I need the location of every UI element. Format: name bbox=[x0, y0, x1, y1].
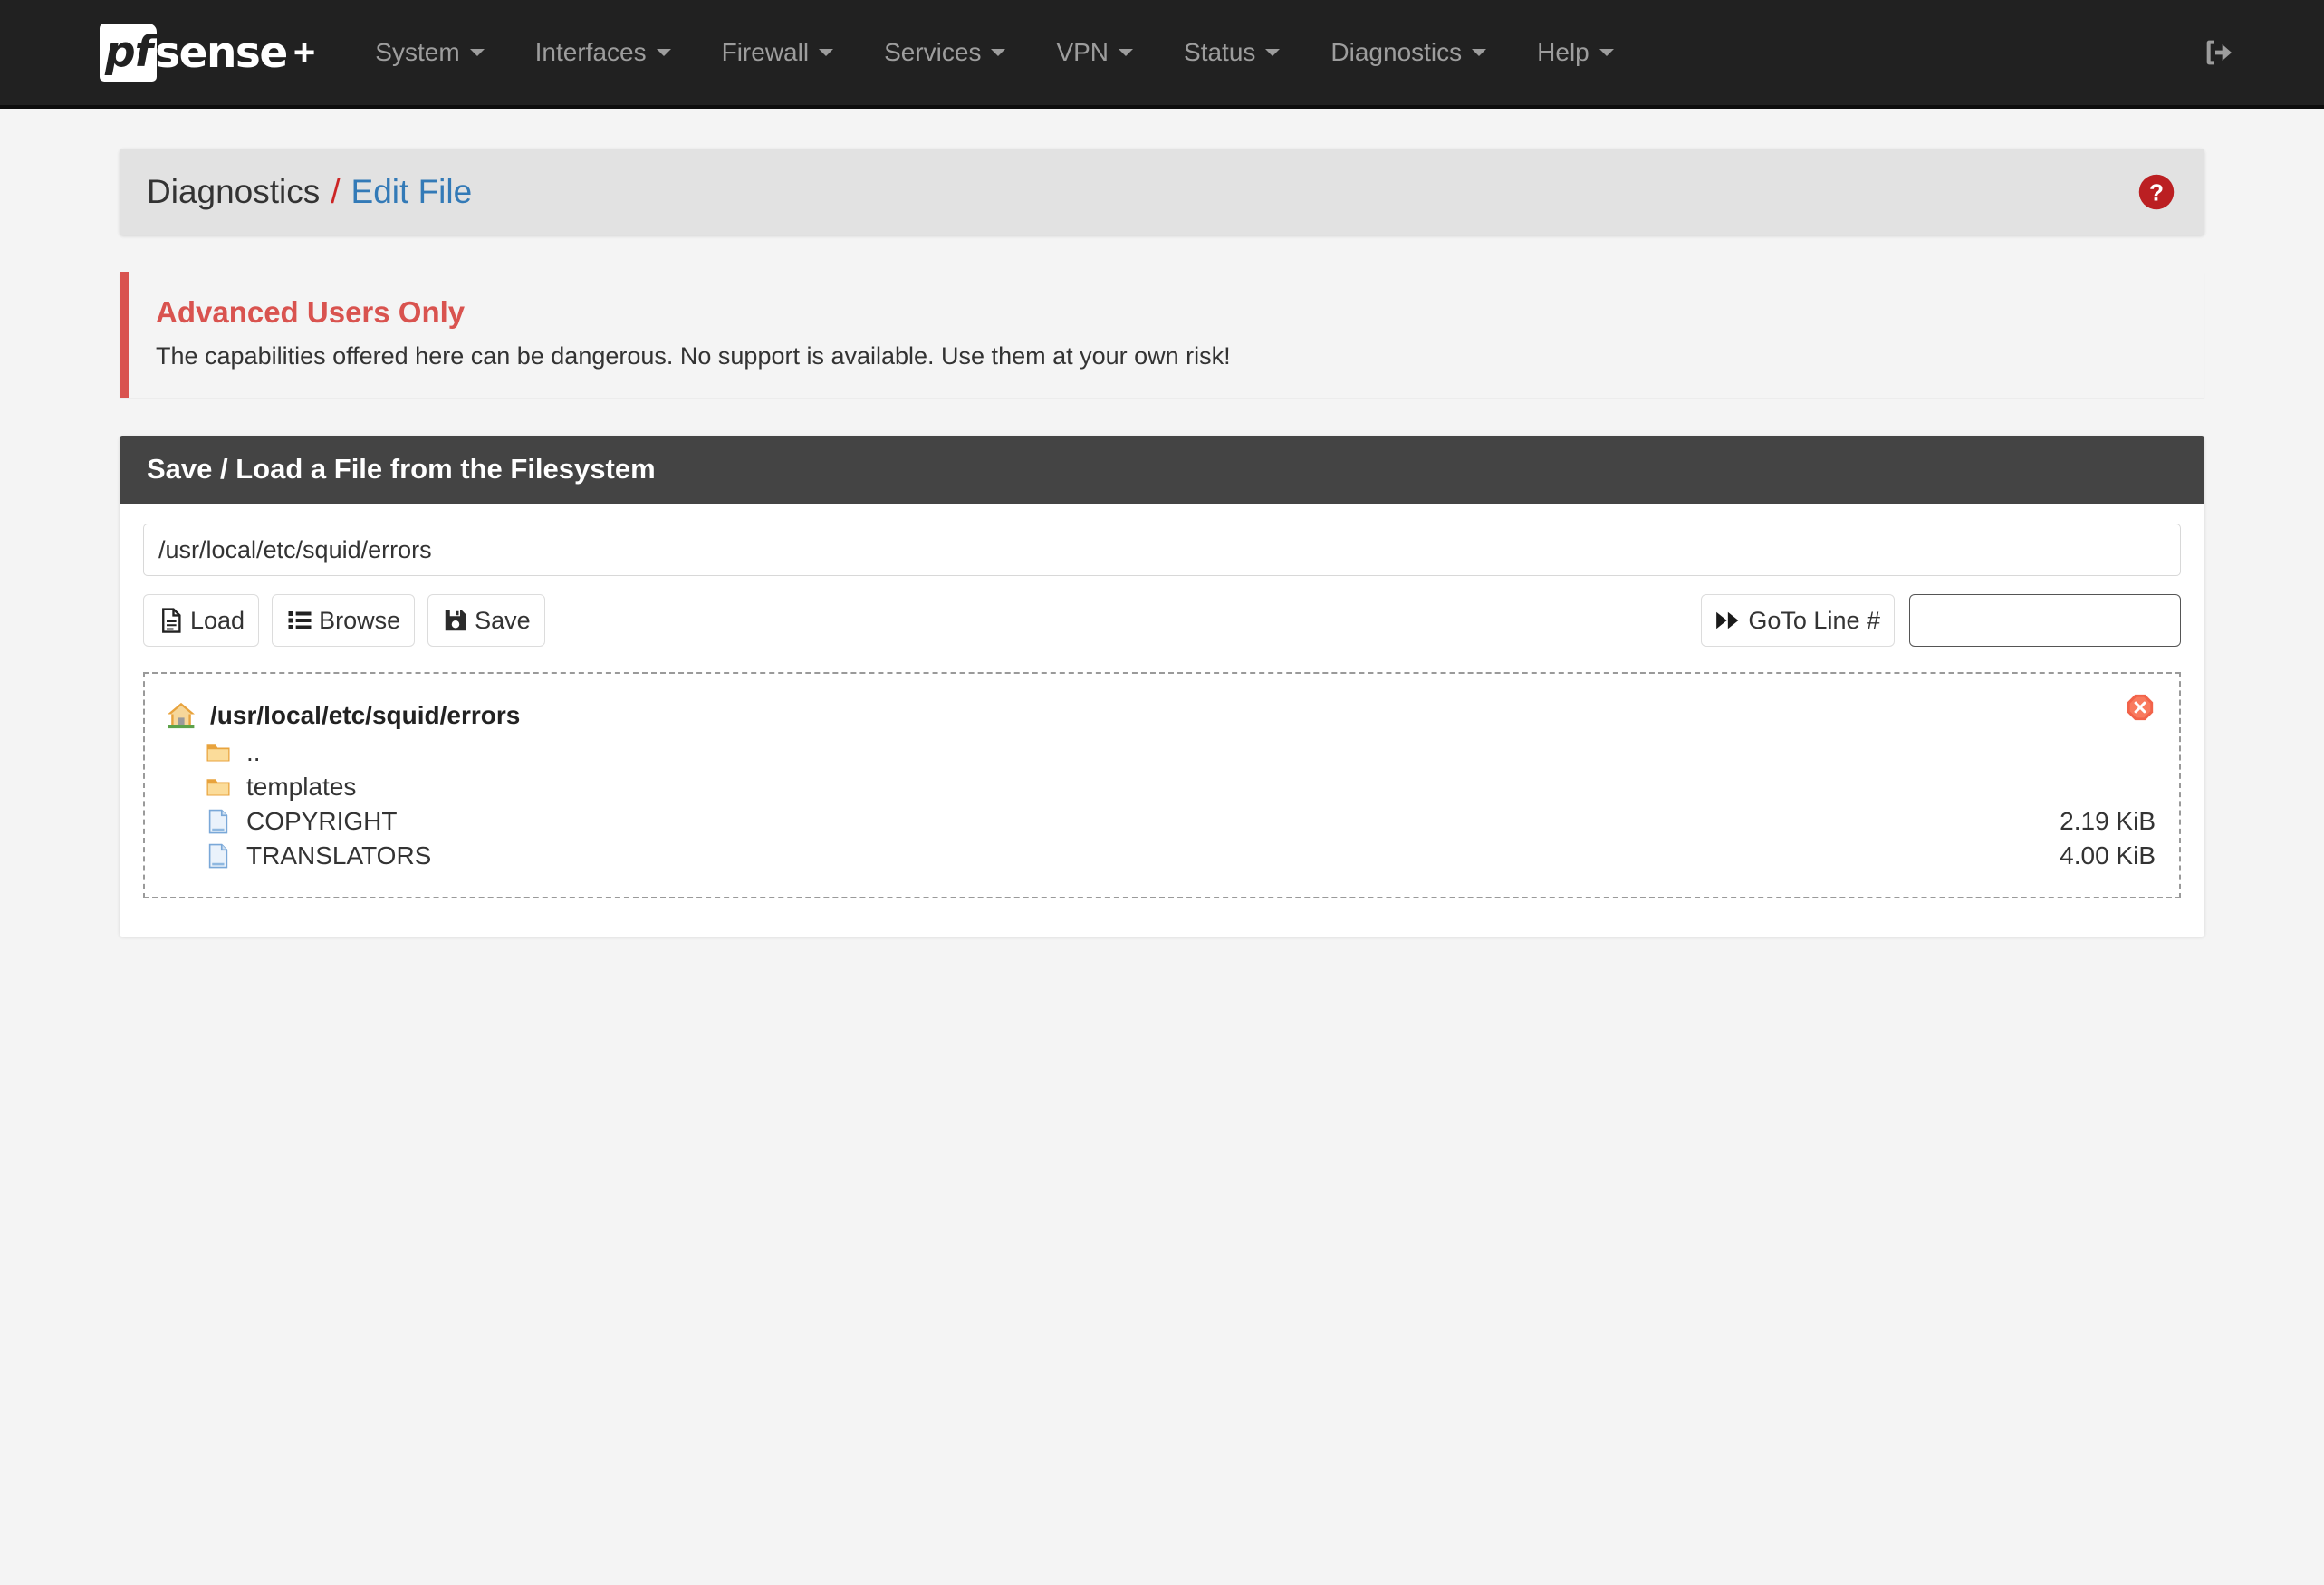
file-browser-entry-templates[interactable]: templates bbox=[205, 770, 2159, 804]
nav-item-help[interactable]: Help bbox=[1512, 0, 1639, 105]
goto-line-button-label: GoTo Line # bbox=[1748, 606, 1880, 634]
file-text-icon bbox=[162, 608, 181, 633]
file-icon bbox=[208, 843, 228, 869]
panel-title: Save / Load a File from the Filesystem bbox=[120, 436, 2204, 504]
save-load-panel: Save / Load a File from the Filesystem L… bbox=[120, 436, 2204, 937]
nav-item-diagnostics[interactable]: Diagnostics bbox=[1305, 0, 1512, 105]
home-icon bbox=[168, 702, 195, 729]
goto-line-group: GoTo Line # bbox=[1701, 594, 2181, 647]
folder-icon bbox=[206, 744, 230, 762]
logo-sense-text: sense bbox=[155, 27, 288, 78]
file-path-input[interactable] bbox=[143, 524, 2181, 576]
fast-forward-icon bbox=[1716, 611, 1739, 629]
load-button[interactable]: Load bbox=[143, 594, 260, 647]
help-button[interactable]: ? bbox=[2137, 173, 2175, 211]
nav-item-label: Status bbox=[1184, 38, 1256, 66]
nav-item-services[interactable]: Services bbox=[859, 0, 1031, 105]
close-browser-button[interactable] bbox=[2125, 692, 2156, 723]
file-entry-size: 4.00 KiB bbox=[2060, 841, 2156, 869]
top-navbar: pf sense + System Interfaces Firewall Serv… bbox=[0, 0, 2324, 109]
file-browser-entry-parent[interactable]: .. bbox=[205, 735, 2159, 770]
alert-text: The capabilities offered here can be dan… bbox=[156, 342, 1231, 370]
chevron-down-icon bbox=[1265, 49, 1281, 56]
breadcrumb: Diagnostics / Edit File ? bbox=[120, 149, 2204, 235]
breadcrumb-root: Diagnostics bbox=[147, 173, 321, 210]
nav-item-firewall[interactable]: Firewall bbox=[696, 0, 859, 105]
file-icon bbox=[208, 809, 228, 834]
navbar-menu: System Interfaces Firewall Services VPN … bbox=[350, 0, 1638, 105]
save-button[interactable]: Save bbox=[427, 594, 545, 647]
list-icon bbox=[288, 611, 312, 629]
nav-item-label: Diagnostics bbox=[1330, 38, 1463, 66]
nav-item-label: Firewall bbox=[721, 38, 810, 66]
breadcrumb-leaf[interactable]: Edit File bbox=[351, 173, 473, 211]
nav-item-system[interactable]: System bbox=[350, 0, 509, 105]
chevron-down-icon bbox=[1119, 49, 1134, 56]
panel-body: Load Browse bbox=[120, 504, 2204, 937]
nav-item-label: System bbox=[375, 38, 460, 66]
nav-item-label: Help bbox=[1537, 38, 1589, 66]
sign-out-icon bbox=[2206, 40, 2232, 65]
file-action-buttons: Load Browse Save bbox=[143, 594, 558, 647]
chevron-down-icon bbox=[819, 49, 834, 56]
pfsense-logo[interactable]: pf sense + bbox=[100, 0, 315, 105]
question-circle-icon: ? bbox=[2138, 174, 2175, 210]
chevron-down-icon bbox=[1472, 49, 1487, 56]
close-circle-icon bbox=[2127, 694, 2154, 721]
floppy-disk-icon bbox=[445, 610, 466, 631]
file-entry-name: templates bbox=[246, 773, 357, 801]
file-browser-current-path: /usr/local/etc/squid/errors bbox=[210, 701, 521, 729]
nav-item-label: Interfaces bbox=[534, 38, 647, 66]
folder-icon bbox=[206, 779, 230, 796]
file-browser: /usr/local/etc/squid/errors .. templates… bbox=[143, 672, 2181, 898]
save-button-label: Save bbox=[475, 606, 531, 634]
file-entry-size: 2.19 KiB bbox=[2060, 807, 2156, 835]
browse-button[interactable]: Browse bbox=[272, 594, 416, 647]
logo-mark: pf sense + bbox=[100, 24, 315, 82]
goto-line-button[interactable]: GoTo Line # bbox=[1701, 594, 1895, 647]
file-entry-name: .. bbox=[246, 738, 261, 766]
logout-button[interactable] bbox=[2201, 0, 2237, 105]
file-entry-name: COPYRIGHT bbox=[246, 807, 398, 835]
file-entry-name: TRANSLATORS bbox=[246, 841, 432, 869]
file-browser-entry-translators[interactable]: TRANSLATORS 4.00 KiB bbox=[205, 839, 2159, 873]
chevron-down-icon bbox=[991, 49, 1006, 56]
file-browser-entry-copyright[interactable]: COPYRIGHT 2.19 KiB bbox=[205, 804, 2159, 839]
advanced-users-alert: Advanced Users Only The capabilities off… bbox=[120, 272, 2204, 398]
logo-pf-text: pf bbox=[100, 24, 158, 82]
goto-line-input[interactable] bbox=[1909, 594, 2181, 647]
chevron-down-icon bbox=[1599, 49, 1614, 56]
nav-item-status[interactable]: Status bbox=[1158, 0, 1305, 105]
chevron-down-icon bbox=[469, 49, 485, 56]
page-container: Diagnostics / Edit File ? Advanced Users… bbox=[0, 149, 2324, 937]
alert-title: Advanced Users Only bbox=[156, 295, 466, 329]
file-browser-header: /usr/local/etc/squid/errors bbox=[165, 692, 2159, 735]
nav-item-label: VPN bbox=[1056, 38, 1109, 66]
nav-item-vpn[interactable]: VPN bbox=[1031, 0, 1158, 105]
nav-item-label: Services bbox=[884, 38, 982, 66]
load-button-label: Load bbox=[190, 606, 245, 634]
chevron-down-icon bbox=[656, 49, 671, 56]
breadcrumb-separator: / bbox=[331, 173, 341, 210]
browse-button-label: Browse bbox=[319, 606, 401, 634]
logo-plus-text: + bbox=[293, 31, 316, 73]
nav-item-interfaces[interactable]: Interfaces bbox=[510, 0, 696, 105]
svg-text:?: ? bbox=[2149, 178, 2164, 206]
file-toolbar: Load Browse Save GoTo Line # bbox=[143, 594, 2181, 647]
